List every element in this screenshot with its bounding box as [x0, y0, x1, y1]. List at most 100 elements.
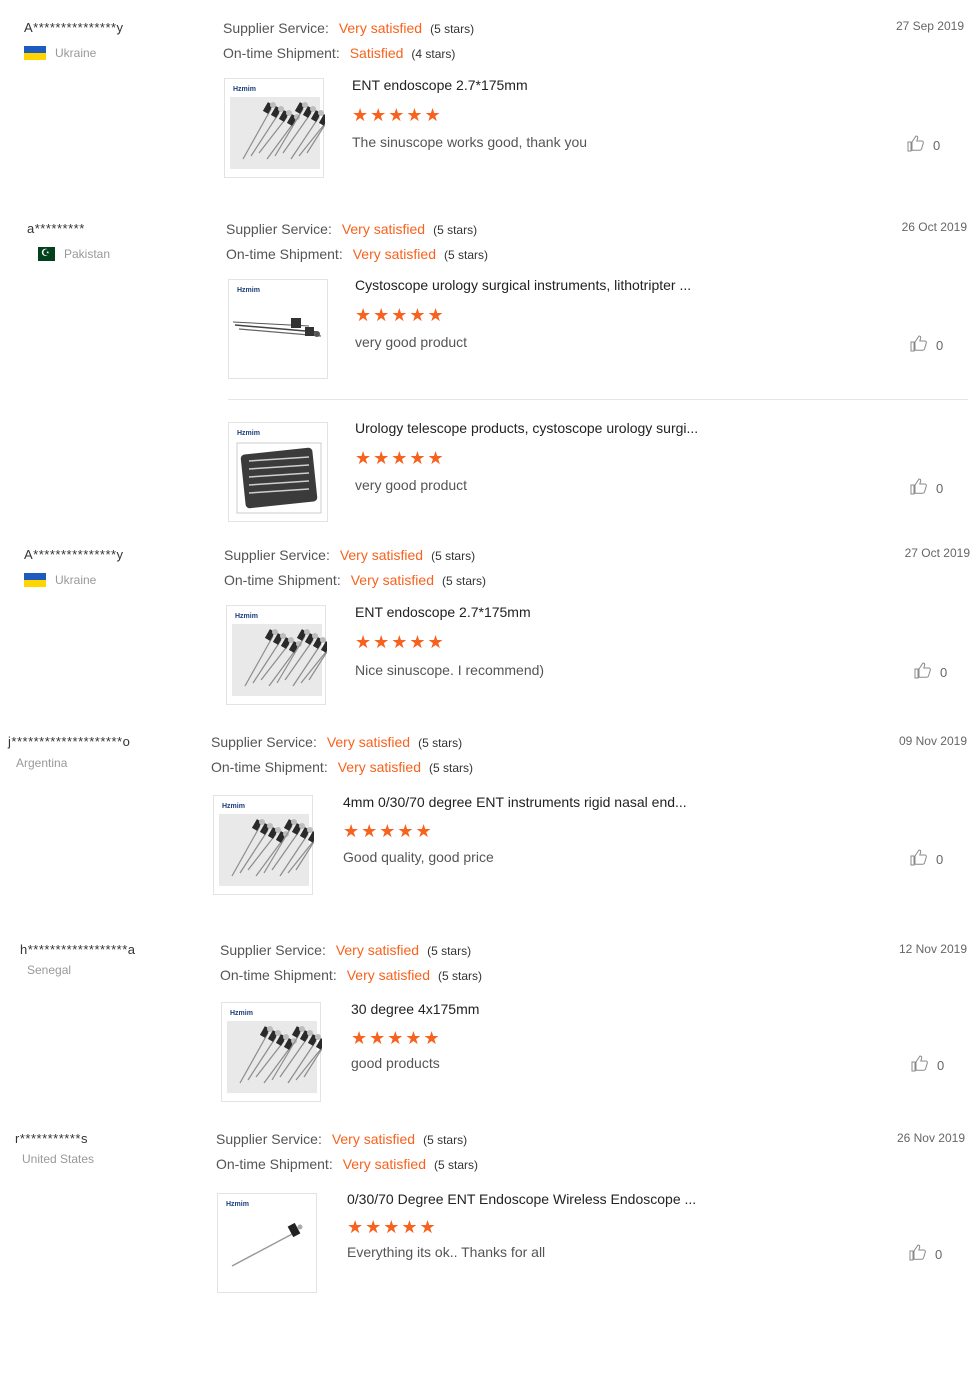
supplier-service-label: Supplier Service:: [216, 1131, 322, 1147]
country-name: United States: [22, 1152, 95, 1166]
helpful-button[interactable]: 0: [911, 1055, 944, 1075]
helpful-count: 0: [936, 480, 944, 496]
review-date: 26 Oct 2019: [901, 220, 967, 234]
reviewer-name: A***************y: [24, 547, 124, 562]
brand-logo: Hzmim: [222, 803, 245, 810]
supplier-service-value: Very satisfied: [339, 547, 424, 563]
shipment-label: On-time Shipment:: [224, 572, 341, 588]
thumbs-up-icon: [909, 1244, 935, 1264]
supplier-service-stars: (5 stars): [433, 223, 478, 237]
review-date: 12 Nov 2019: [898, 942, 967, 956]
supplier-service-value: Very satisfied: [338, 20, 423, 36]
product-thumbnail[interactable]: Hzmim: [217, 1193, 317, 1293]
supplier-service-stars: (5 stars): [427, 944, 472, 958]
supplier-service-stars: (5 stars): [430, 22, 475, 36]
country-name: Ukraine: [55, 573, 97, 587]
reviewer-country: Pakistan: [33, 247, 110, 261]
brand-logo: Hzmim: [233, 86, 256, 93]
shipment-row: On-time Shipment: Very satisfied (5 stars): [216, 1152, 478, 1177]
helpful-button[interactable]: 0: [910, 478, 943, 498]
product-title-link[interactable]: ENT endoscope 2.7*175mm: [352, 77, 528, 93]
thumbs-up-icon: [911, 1055, 937, 1075]
product-title-link[interactable]: 30 degree 4x175mm: [351, 1001, 479, 1017]
thumbs-up-icon: [914, 662, 940, 682]
shipment-row: On-time Shipment: Satisfied (4 stars): [223, 41, 474, 66]
star-rating: ★★★★★: [355, 632, 446, 652]
reviewer-country: Senegal: [27, 963, 71, 977]
helpful-count: 0: [933, 137, 941, 153]
shipment-value: Very satisfied: [342, 1156, 426, 1172]
shipment-row: On-time Shipment: Very satisfied (5 stars): [220, 963, 482, 988]
product-title-link[interactable]: Urology telescope products, cystoscope u…: [355, 420, 698, 436]
helpful-count: 0: [937, 1057, 945, 1073]
supplier-service-value: Very satisfied: [335, 942, 420, 958]
helpful-count: 0: [935, 1246, 943, 1262]
supplier-service-row: Supplier Service: Very satisfied (5 stars): [211, 730, 473, 755]
pakistan-flag-icon: [33, 247, 55, 261]
helpful-count: 0: [940, 664, 948, 680]
helpful-button[interactable]: 0: [909, 1244, 942, 1264]
brand-logo: Hzmim: [237, 430, 260, 437]
review-date: 27 Sep 2019: [895, 19, 964, 33]
product-thumbnail[interactable]: Hzmim: [221, 1002, 322, 1102]
helpful-count: 0: [936, 337, 944, 353]
shipment-stars: (5 stars): [443, 248, 488, 262]
product-thumbnail[interactable]: Hzmim: [226, 605, 327, 705]
shipment-value: Very satisfied: [350, 572, 434, 588]
reviewer-name: h******************a: [20, 942, 136, 957]
shipment-stars: (5 stars): [441, 574, 486, 588]
supplier-service-value: Very satisfied: [341, 221, 426, 237]
reviewer-name: A***************y: [24, 20, 124, 35]
thumbs-up-icon: [910, 335, 936, 355]
product-thumbnail[interactable]: Hzmim: [213, 795, 314, 895]
helpful-button[interactable]: 0: [914, 662, 947, 682]
supplier-service-label: Supplier Service:: [226, 221, 332, 237]
supplier-service-row: Supplier Service: Very satisfied (5 stars): [224, 543, 486, 568]
shipment-value: Very satisfied: [346, 967, 430, 983]
product-title-link[interactable]: Cystoscope urology surgical instruments,…: [355, 277, 691, 293]
ukraine-flag-icon: [24, 46, 46, 60]
country-name: Ukraine: [55, 46, 97, 60]
reviewer-country: United States: [22, 1152, 94, 1166]
thumbs-up-icon: [910, 849, 936, 869]
brand-logo: Hzmim: [226, 1201, 249, 1208]
star-rating: ★★★★★: [351, 1028, 442, 1048]
supplier-service-label: Supplier Service:: [224, 547, 330, 563]
product-thumbnail[interactable]: Hzmim: [224, 78, 325, 178]
helpful-button[interactable]: 0: [910, 335, 943, 355]
product-title-link[interactable]: 0/30/70 Degree ENT Endoscope Wireless En…: [347, 1191, 696, 1207]
country-name: Argentina: [16, 756, 68, 770]
country-name: Pakistan: [64, 247, 111, 261]
product-title-link[interactable]: ENT endoscope 2.7*175mm: [355, 604, 531, 620]
supplier-service-label: Supplier Service:: [220, 942, 326, 958]
shipment-label: On-time Shipment:: [216, 1156, 333, 1172]
product-thumbnail[interactable]: Hzmim: [228, 422, 328, 522]
helpful-button[interactable]: 0: [910, 849, 943, 869]
rating-summary: Supplier Service: Very satisfied (5 stars)…: [226, 217, 488, 267]
shipment-stars: (5 stars): [433, 1158, 478, 1172]
shipment-label: On-time Shipment:: [223, 45, 340, 61]
review-date: 27 Oct 2019: [904, 546, 970, 560]
reviewer-name: j********************o: [8, 734, 131, 749]
rating-summary: Supplier Service: Very satisfied (5 stars)…: [220, 938, 482, 988]
review-comment: Good quality, good price: [343, 849, 494, 865]
product-title-link[interactable]: 4mm 0/30/70 degree ENT instruments rigid…: [343, 794, 687, 810]
supplier-service-row: Supplier Service: Very satisfied (5 stars): [226, 217, 488, 242]
supplier-service-row: Supplier Service: Very satisfied (5 stars): [223, 16, 474, 41]
shipment-label: On-time Shipment:: [211, 759, 328, 775]
supplier-service-value: Very satisfied: [331, 1131, 416, 1147]
thumbs-up-icon: [907, 135, 933, 155]
star-rating: ★★★★★: [352, 105, 443, 125]
reviewer-country: Ukraine: [24, 46, 96, 60]
supplier-service-row: Supplier Service: Very satisfied (5 stars): [220, 938, 482, 963]
rating-summary: Supplier Service: Very satisfied (5 stars)…: [224, 543, 486, 593]
review-comment: Nice sinuscope. I recommend): [355, 662, 545, 678]
supplier-service-stars: (5 stars): [423, 1133, 468, 1147]
helpful-button[interactable]: 0: [907, 135, 940, 155]
product-thumbnail[interactable]: Hzmim: [228, 279, 328, 379]
supplier-service-stars: (5 stars): [431, 549, 476, 563]
star-rating: ★★★★★: [355, 305, 446, 325]
item-divider: [228, 399, 968, 400]
review-comment: good products: [351, 1055, 440, 1071]
rating-summary: Supplier Service: Very satisfied (5 stars)…: [223, 16, 474, 66]
